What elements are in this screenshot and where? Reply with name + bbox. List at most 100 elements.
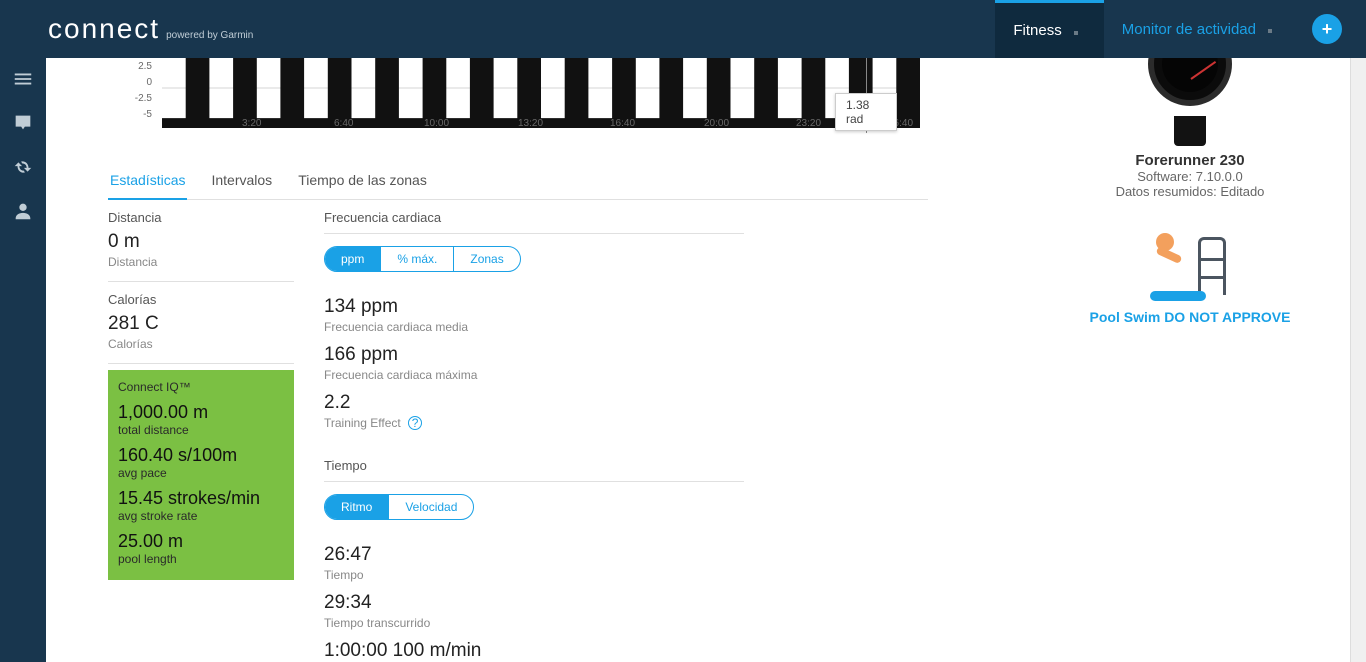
x-tick: 23:20 [796,118,821,129]
header-right: Fitness Monitor de actividad + [995,0,1342,58]
iq-total-distance: 1,000.00 m total distance [118,402,284,437]
value: 2.2 [324,392,744,414]
tab-fitness[interactable]: Fitness [995,0,1103,58]
time-elapsed: 29:34 Tiempo transcurrido [324,592,744,630]
vertical-scrollbar[interactable] [1350,0,1366,662]
value: 1,000.00 m [118,402,284,423]
chart-plot-area[interactable] [162,48,920,128]
x-tick: 16:40 [610,118,635,129]
stats-col-right: Frecuencia cardiaca ppm % máx. Zonas 134… [324,200,744,662]
water-icon [1150,291,1206,301]
tab-fitness-label: Fitness [1013,22,1061,39]
y-tick: 2.5 [138,61,152,72]
y-tick: -2.5 [135,93,152,104]
label: Calorías [108,292,294,307]
x-tick: 10:00 [424,118,449,129]
y-tick: 0 [146,77,152,88]
iq-title: Connect IQ™ [118,380,284,394]
time-moving: 26:47 Tiempo [324,544,744,582]
pill-speed[interactable]: Velocidad [389,495,473,519]
value: 25.00 m [118,531,284,552]
chart-tooltip-value: 1.38 rad [846,98,869,126]
training-effect: 2.2 Training Effect ? [324,392,744,430]
hr-unit-toggle: ppm % máx. Zonas [324,246,521,272]
label: avg pace [118,466,284,480]
profile-icon[interactable] [12,200,34,222]
label: Tiempo transcurrido [324,616,744,630]
pool-swim-icon [1150,231,1230,301]
inbox-icon[interactable] [12,112,34,134]
time-unit-toggle: Ritmo Velocidad [324,494,474,520]
dropdown-indicator-icon [1074,31,1078,35]
label: Frecuencia cardiaca media [324,320,744,334]
value: 281 C [108,313,294,335]
iq-pool-length: 25.00 m pool length [118,531,284,566]
time-section-title: Tiempo [324,448,744,482]
value: 1:00:00 100 m/min [324,640,744,662]
sync-icon[interactable] [12,156,34,178]
tab-monitor-label: Monitor de actividad [1122,21,1256,38]
x-tick: 20:00 [704,118,729,129]
activity-type-link[interactable]: Pool Swim DO NOT APPROVE [1030,309,1350,325]
value: 26:47 [324,544,744,566]
help-icon[interactable]: ? [408,416,422,430]
sublabel: Calorías [108,337,294,351]
watch-hand-icon [1190,61,1216,80]
tab-statistics[interactable]: Estadísticas [108,166,187,200]
hr-max: 166 ppm Frecuencia cardiaca máxima [324,344,744,382]
label: Training Effect ? [324,416,744,430]
rotation-chart: 5 2.5 0 -2.5 -5 1.38 rad 3:20 6:40 10:00… [108,48,928,148]
stats-columns: Distancia 0 m Distancia Calorías 281 C C… [108,200,928,662]
device-summary: Datos resumidos: Editado [1030,184,1350,199]
watch-strap-icon [1174,116,1206,146]
tab-intervals[interactable]: Intervalos [209,166,274,199]
dropdown-indicator-icon [1268,29,1272,33]
tab-zone-time[interactable]: Tiempo de las zonas [296,166,429,199]
connect-iq-panel: Connect IQ™ 1,000.00 m total distance 16… [108,370,294,580]
label: avg stroke rate [118,509,284,523]
pill-pace[interactable]: Ritmo [325,495,389,519]
iq-avg-pace: 160.40 s/100m avg pace [118,445,284,480]
value: 134 ppm [324,296,744,318]
pool-ladder-icon [1198,237,1226,295]
x-tick: 3:20 [242,118,261,129]
app-logo: connect powered by Garmin [48,13,253,45]
logo-text: connect [48,13,160,45]
tab-activity-monitor[interactable]: Monitor de actividad [1104,0,1298,58]
pill-pct-max[interactable]: % máx. [381,247,454,271]
iq-avg-stroke: 15.45 strokes/min avg stroke rate [118,488,284,523]
stats-col-left: Distancia 0 m Distancia Calorías 281 C C… [108,200,294,662]
stat-distance: Distancia 0 m Distancia [108,200,294,282]
label: Tiempo [324,568,744,582]
value: 160.40 s/100m [118,445,284,466]
hr-section-title: Frecuencia cardiaca [324,200,744,234]
value: 29:34 [324,592,744,614]
add-button[interactable]: + [1312,14,1342,44]
app-header: connect powered by Garmin Fitness Monito… [0,0,1366,58]
plus-icon: + [1322,19,1333,40]
stat-calories: Calorías 281 C Calorías [108,282,294,364]
main-content: 5 2.5 0 -2.5 -5 1.38 rad 3:20 6:40 10:00… [46,0,1350,662]
y-tick: -5 [143,109,152,120]
detail-tabs: Estadísticas Intervalos Tiempo de las zo… [108,166,928,200]
label: Distancia [108,210,294,225]
value: 15.45 strokes/min [118,488,284,509]
te-label-text: Training Effect [324,416,401,430]
label: Frecuencia cardiaca máxima [324,368,744,382]
left-sidebar [0,58,46,662]
time-avg-pace: 1:00:00 100 m/min Ritmo medio [324,640,744,662]
pill-ppm[interactable]: ppm [325,247,381,271]
device-software: Software: 7.10.0.0 [1030,169,1350,184]
label: total distance [118,423,284,437]
value: 0 m [108,231,294,253]
x-tick: 13:20 [518,118,543,129]
menu-icon[interactable] [12,68,34,90]
hr-avg: 134 ppm Frecuencia cardiaca media [324,296,744,334]
pill-zones[interactable]: Zonas [454,247,519,271]
x-tick: 6:40 [334,118,353,129]
device-name: Forerunner 230 [1030,152,1350,169]
chart-tooltip: 1.38 rad [835,93,897,131]
logo-tagline: powered by Garmin [166,30,253,41]
sublabel: Distancia [108,255,294,269]
value: 166 ppm [324,344,744,366]
